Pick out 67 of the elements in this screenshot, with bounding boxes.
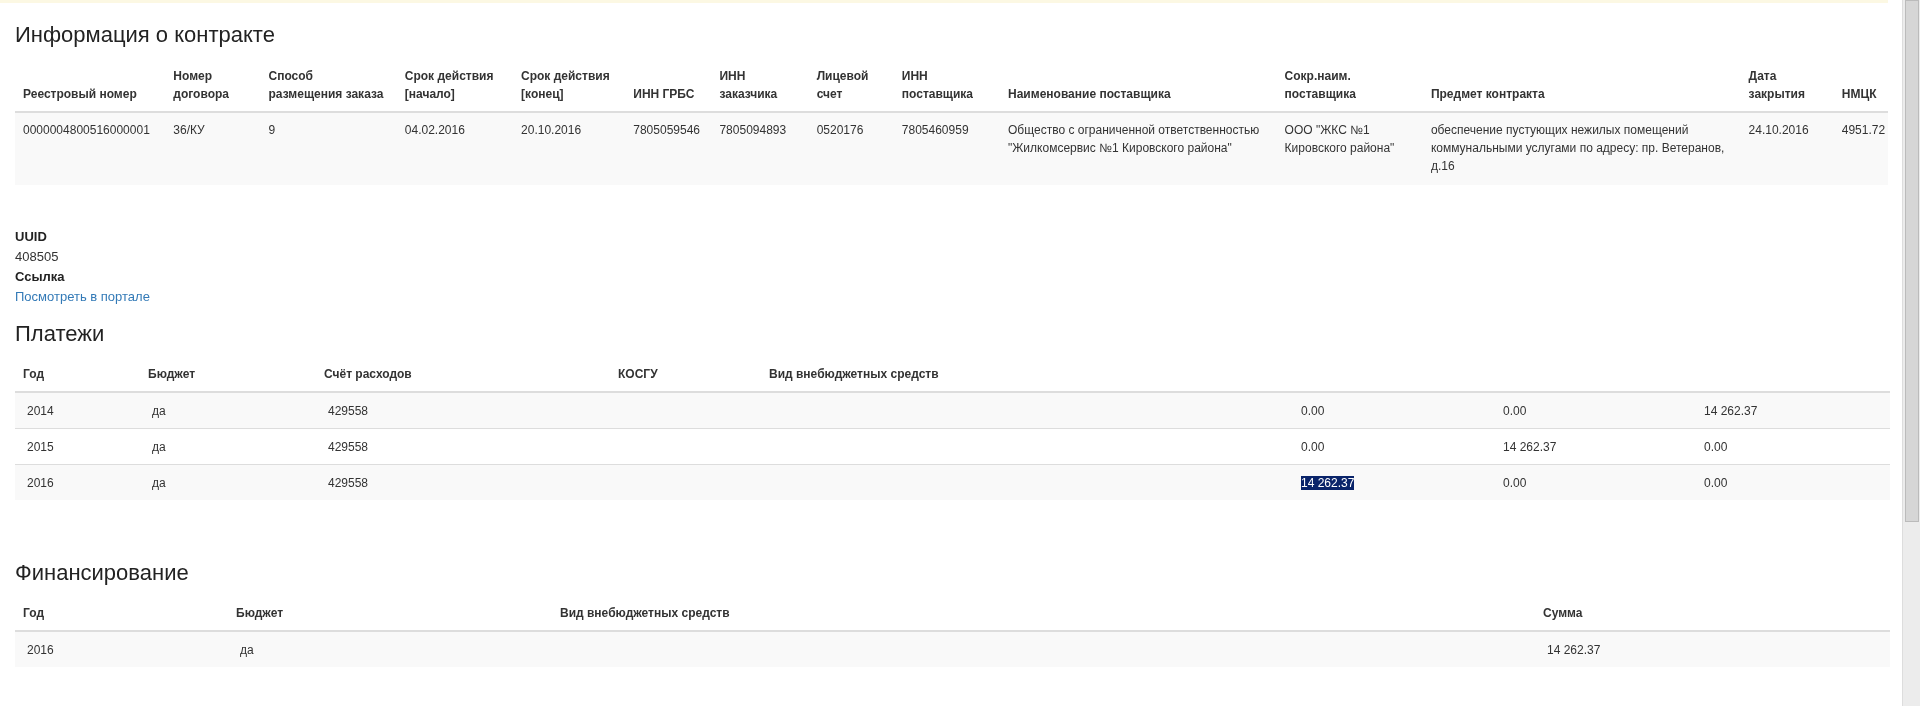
column-header: Срок действия [начало] [404,69,494,101]
table-cell: 9 [268,123,276,137]
table-cell: да [152,476,166,490]
table-cell: 429558 [328,440,369,454]
column-header: КОСГУ [618,367,658,381]
table-cell: да [152,440,166,454]
section-title: Финансирование [15,560,190,586]
column-header: Вид внебюджетных средств [560,606,730,620]
table-cell: 14 262.37 [1301,476,1355,490]
column-header: Бюджет [236,606,284,620]
column-header: Год [23,367,44,381]
scrollbar-thumb[interactable] [1905,0,1919,522]
field-value: 408505 [15,248,60,266]
column-header: Бюджет [148,367,196,381]
column-header: Срок действия [конец] [521,69,610,101]
table-cell: да [152,404,166,418]
column-header: Предмет контракта [1430,87,1545,101]
column-header: ИНН заказчика [719,69,778,101]
table-cell: 2014 [27,404,54,418]
table-cell: 0.00 [1503,476,1527,490]
table-cell: 7805460959 [901,123,969,137]
column-header: ИНН поставщика [901,69,973,101]
table-cell: 429558 [328,476,369,490]
column-header: ИНН ГРБС [633,87,695,101]
column-header: Способ размещения заказа [268,69,384,101]
table-cell: 04.02.2016 [404,123,465,137]
column-header: Вид внебюджетных средств [769,367,939,381]
table-cell: 2016 [27,476,54,490]
table-cell: Общество с ограниченной ответственностью "Жилкомсервис №1 Кировского района" [1008,123,1260,155]
table-cell: 0520176 [816,123,864,137]
table-cell: 2016 [27,643,54,657]
column-header: Год [23,606,44,620]
table-cell: 2015 [27,440,54,454]
table-cell: 0.00 [1503,404,1527,418]
table-cell: обеспечение пустующих нежилых помещений коммунальными услугами по адресу: пр. Ветеранов, д.16 [1430,123,1725,173]
column-header: Наименование поставщика [1008,87,1171,101]
table-cell: 36/КУ [173,123,205,137]
table-cell: 0.00 [1704,476,1728,490]
column-header: Номер договора [173,69,229,101]
table-cell: 20.10.2016 [521,123,582,137]
scrollbar[interactable] [1902,0,1920,706]
table-cell: ООО "ЖКС №1 Кировского района" [1284,123,1395,155]
table-cell: 7805059546 [633,123,700,137]
column-header: Счёт расходов [324,367,412,381]
table-cell: 0000004800516000001 [23,123,150,137]
column-header: Сумма [1543,606,1583,620]
table-cell: 14 262.37 [1503,440,1557,454]
column-header: Лицевой счет [816,69,869,101]
section-title: Платежи [15,321,106,347]
column-header: Реестровый номер [23,87,137,101]
table-cell: 14 262.37 [1547,643,1601,657]
section-title: Информация о контракте [15,22,276,48]
column-header: НМЦК [1841,87,1877,101]
table-cell: 0.00 [1301,404,1325,418]
table-cell: 4951.72 [1841,123,1886,137]
field-label: Ссылка [15,268,66,286]
table-cell: 0.00 [1704,440,1728,454]
table-cell: 24.10.2016 [1748,123,1809,137]
table-cell: да [240,643,254,657]
table-cell: 429558 [328,404,369,418]
column-header: Дата закрытия [1748,69,1805,101]
table-cell: 14 262.37 [1704,404,1758,418]
column-header: Сокр.наим. поставщика [1284,69,1356,101]
field-label: UUID [15,228,48,246]
table-cell: 7805094893 [719,123,787,137]
table-cell: 0.00 [1301,440,1325,454]
portal-link[interactable]: Посмотреть в портале [15,289,150,304]
